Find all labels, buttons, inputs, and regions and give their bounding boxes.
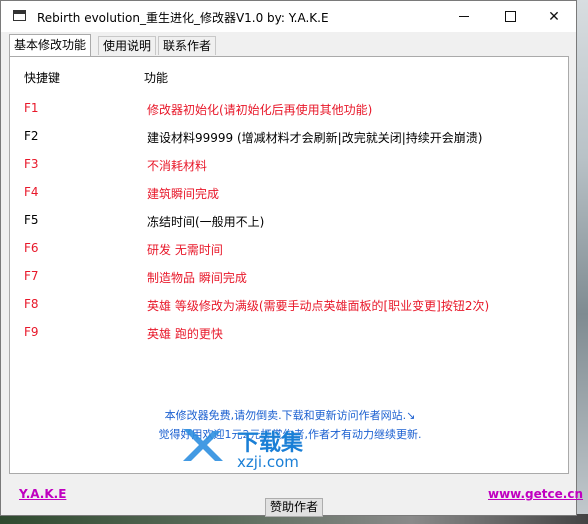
watermark-logo-icon xyxy=(183,429,223,461)
hotkey-function: 冻结时间(一般用不上) xyxy=(147,215,265,229)
hotkey-row: F5 冻结时间(一般用不上) xyxy=(10,213,568,233)
author-link[interactable]: Y.A.K.E xyxy=(19,487,66,501)
maximize-icon xyxy=(504,11,516,22)
hotkey-row: F9 英雄 跑的更快 xyxy=(10,325,568,345)
tab-basic-functions[interactable]: 基本修改功能 xyxy=(9,34,92,56)
hotkey-function: 修改器初始化(请初始化后再使用其他功能) xyxy=(147,103,373,117)
hotkey-key: F1 xyxy=(24,101,39,115)
donate-button[interactable]: 赞助作者 xyxy=(265,498,323,517)
hotkey-function: 英雄 跑的更快 xyxy=(147,327,223,341)
trainer-window: Rebirth evolution_重生进化_修改器V1.0 by: Y.A.K… xyxy=(0,0,583,517)
watermark: 下载集 xzji.com xyxy=(177,425,327,475)
title-bar[interactable]: Rebirth evolution_重生进化_修改器V1.0 by: Y.A.K… xyxy=(1,1,576,32)
website-link[interactable]: www.getce.cn xyxy=(488,487,583,501)
hotkey-row: F8 英雄 等级修改为满级(需要手动点英雄面板的[职业变更]按钮2次) xyxy=(10,297,568,317)
hotkey-function: 制造物品 瞬间完成 xyxy=(147,271,247,285)
close-icon: ✕ xyxy=(548,8,560,25)
hotkey-key: F9 xyxy=(24,325,39,339)
hotkey-row: F3 不消耗材料 xyxy=(10,157,568,177)
hotkey-row: F1 修改器初始化(请初始化后再使用其他功能) xyxy=(10,101,568,121)
hotkey-function: 英雄 等级修改为满级(需要手动点英雄面板的[职业变更]按钮2次) xyxy=(147,299,490,313)
column-header-function: 功能 xyxy=(144,71,169,85)
close-button[interactable]: ✕ xyxy=(531,1,577,32)
hotkey-key: F6 xyxy=(24,241,39,255)
maximize-button[interactable] xyxy=(487,1,533,32)
hotkey-key: F3 xyxy=(24,157,39,171)
column-header-hotkey: 快捷键 xyxy=(24,71,61,85)
hotkey-key: F7 xyxy=(24,269,39,283)
hotkey-function: 不消耗材料 xyxy=(147,159,208,173)
watermark-url: xzji.com xyxy=(237,453,299,471)
hotkey-row: F6 研发 无需时间 xyxy=(10,241,568,261)
hotkey-function: 建筑瞬间完成 xyxy=(147,187,220,201)
tab-panel: 快捷键 功能 F1 修改器初始化(请初始化后再使用其他功能) F2 建设材料99999… xyxy=(9,56,569,474)
hotkey-key: F5 xyxy=(24,213,39,227)
desktop-background-right xyxy=(576,0,588,524)
hotkey-key: F2 xyxy=(24,129,39,143)
hotkey-key: F8 xyxy=(24,297,39,311)
window-title: Rebirth evolution_重生进化_修改器V1.0 by: Y.A.K… xyxy=(37,11,329,25)
hotkey-key: F4 xyxy=(24,185,39,199)
hotkey-row: F7 制造物品 瞬间完成 xyxy=(10,269,568,289)
minimize-icon xyxy=(459,16,469,17)
tab-instructions[interactable]: 使用说明 xyxy=(98,36,157,55)
app-window-icon xyxy=(13,10,26,21)
hotkey-function: 研发 无需时间 xyxy=(147,243,223,257)
hotkey-row: F4 建筑瞬间完成 xyxy=(10,185,568,205)
minimize-button[interactable] xyxy=(441,1,487,32)
notice-line-1: 本修改器免费,请勿倒卖.下载和更新访问作者网站.↘ xyxy=(164,409,416,422)
hotkey-row: F2 建设材料99999 (增减材料才会刷新|改完就关闭|持续开会崩溃) xyxy=(10,129,568,149)
hotkey-function: 建设材料99999 (增减材料才会刷新|改完就关闭|持续开会崩溃) xyxy=(147,131,483,145)
tab-contact-author[interactable]: 联系作者 xyxy=(158,36,217,55)
